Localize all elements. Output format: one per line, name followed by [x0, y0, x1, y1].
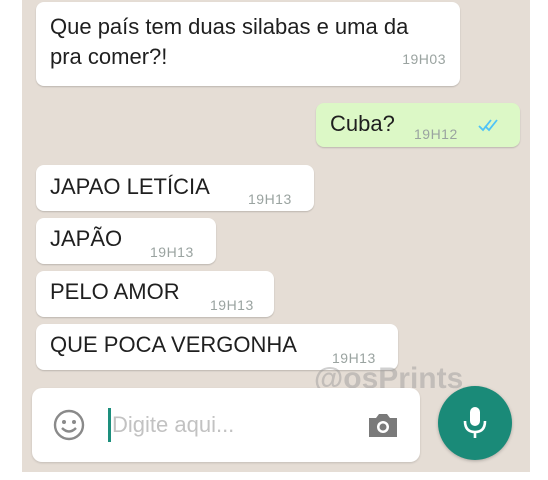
message-text: Cuba?: [330, 111, 395, 136]
microphone-icon: [463, 407, 487, 438]
message-bubble-incoming[interactable]: Que país tem duas silabas e uma da pra c…: [36, 2, 460, 86]
message-text: JAPÃO: [50, 226, 123, 251]
text-caret: [108, 408, 111, 442]
chat-window: Que país tem duas silabas e uma da pra c…: [22, 0, 530, 472]
message-time: 19H13: [248, 191, 292, 207]
camera-icon[interactable]: [366, 410, 400, 440]
message-bubble-incoming[interactable]: JAPAO LETÍCIA 19H13: [36, 165, 314, 211]
message-time: 19H03: [402, 51, 446, 67]
message-bubble-outgoing[interactable]: Cuba? 19H12: [316, 103, 520, 147]
double-check-icon: [478, 119, 498, 132]
message-time: 19H12: [414, 126, 458, 142]
message-bubble-incoming[interactable]: JAPÃO 19H13: [36, 218, 216, 264]
message-text: Que país tem duas silabas e uma da pra c…: [50, 14, 409, 69]
message-text: PELO AMOR: [50, 279, 180, 304]
message-bubble-incoming[interactable]: PELO AMOR 19H13: [36, 271, 274, 317]
emoji-icon[interactable]: [52, 408, 86, 442]
message-time: 19H13: [210, 297, 254, 313]
message-text: JAPAO LETÍCIA: [50, 174, 210, 199]
message-composer: [32, 388, 420, 462]
message-input[interactable]: [112, 408, 352, 442]
message-time: 19H13: [150, 244, 194, 260]
microphone-button[interactable]: [438, 386, 512, 460]
message-text: QUE POCA VERGONHA: [50, 332, 297, 357]
